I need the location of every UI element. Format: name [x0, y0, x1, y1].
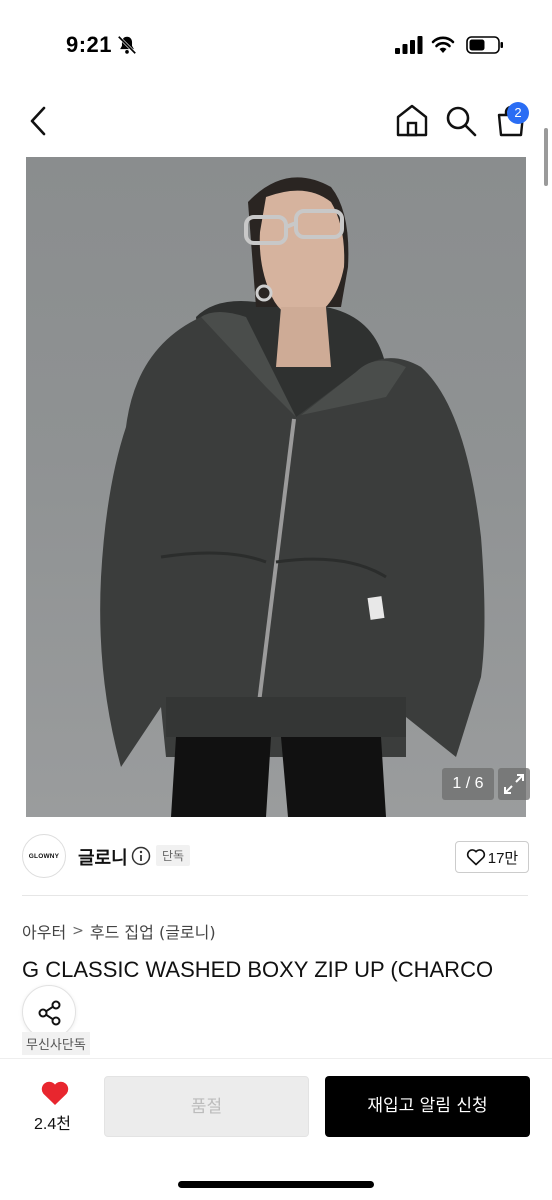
soldout-button[interactable]: 품절	[104, 1076, 309, 1137]
info-icon[interactable]	[131, 846, 151, 866]
restock-alert-button[interactable]: 재입고 알림 신청	[325, 1076, 530, 1137]
scrollbar[interactable]	[544, 128, 548, 186]
chevron-right-icon: >	[72, 923, 84, 939]
product-photo	[100, 177, 485, 817]
wifi-icon	[431, 36, 455, 53]
search-icon[interactable]	[444, 104, 478, 138]
breadcrumb-item[interactable]: 아우터	[22, 919, 66, 943]
share-icon	[38, 1000, 61, 1026]
signal-icon	[395, 36, 423, 54]
share-button[interactable]	[22, 985, 76, 1039]
musinsa-exclusive-tag: 무신사단독	[22, 1032, 90, 1055]
status-time: 9:21	[66, 32, 113, 57]
brand-like-button[interactable]: 17만	[455, 841, 529, 873]
exclusive-tag: 단독	[156, 845, 191, 866]
cart-badge: 2	[507, 102, 529, 124]
heart-outline-icon	[466, 849, 485, 866]
bell-off-icon	[117, 35, 137, 55]
image-counter: 1 / 6	[442, 768, 494, 800]
brand-logo[interactable]: GLOWNY	[22, 834, 66, 878]
product-title: G CLASSIC WASHED BOXY ZIP UP (CHARCO	[22, 957, 494, 982]
heart-filled-icon[interactable]	[40, 1079, 70, 1107]
home-icon[interactable]	[394, 102, 430, 138]
brand-name[interactable]: 글로니	[78, 844, 128, 870]
product-image[interactable]	[26, 157, 526, 817]
breadcrumb: 아우터 > 후드 집업 (글로니)	[22, 919, 216, 943]
home-indicator[interactable]	[178, 1181, 374, 1188]
expand-icon[interactable]	[498, 768, 530, 800]
wish-count: 2.4천	[34, 1116, 71, 1133]
breadcrumb-item[interactable]: 후드 집업 (글로니)	[90, 919, 216, 943]
brand-like-count: 17만	[487, 849, 519, 867]
battery-icon	[466, 36, 503, 54]
status-bar: 9:21	[0, 0, 552, 90]
back-icon[interactable]	[24, 104, 54, 138]
divider	[22, 895, 528, 896]
